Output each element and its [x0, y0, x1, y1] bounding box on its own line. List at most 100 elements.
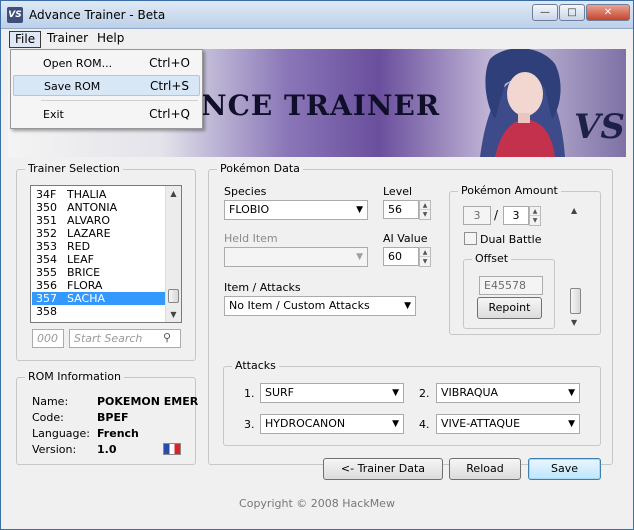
- ai-value-input[interactable]: 60: [383, 247, 419, 266]
- item-attacks-select[interactable]: No Item / Custom Attacks ▼: [224, 296, 416, 316]
- minimize-button[interactable]: —: [532, 4, 558, 21]
- chevron-down-icon: ▼: [392, 388, 399, 398]
- ai-value-spinner[interactable]: ▲ ▼: [419, 247, 431, 267]
- close-button[interactable]: ✕: [586, 4, 630, 21]
- attack-4-select[interactable]: VIVE-ATTAQUE ▼: [436, 414, 580, 434]
- held-item-select[interactable]: ▼: [224, 247, 368, 267]
- rom-info-label: ROM Information: [25, 370, 124, 383]
- item-attacks-label: Item / Attacks: [224, 281, 301, 294]
- rom-language-key: Language:: [32, 427, 90, 440]
- scroll-up-icon[interactable]: ▲: [166, 186, 181, 201]
- scroll-thumb[interactable]: [168, 289, 179, 303]
- trainer-id: 34F: [36, 188, 57, 201]
- menu-exit-shortcut: Ctrl+Q: [149, 107, 190, 121]
- attacks-label: Attacks: [232, 359, 279, 372]
- scroll-up-icon[interactable]: ▲: [571, 206, 577, 215]
- pokemon-amount-label: Pokémon Amount: [458, 184, 561, 197]
- scroll-thumb[interactable]: [570, 288, 581, 314]
- trainer-list-item[interactable]: 357 SACHA: [32, 292, 165, 305]
- attack-1-value: SURF: [265, 386, 295, 399]
- rom-code-key: Code:: [32, 411, 64, 424]
- trainer-id: 352: [36, 227, 57, 240]
- trainer-name: ANTONIA: [67, 201, 118, 214]
- rom-language-value: French: [97, 427, 139, 440]
- menu-exit[interactable]: Exit Ctrl+Q: [13, 104, 200, 125]
- attack-3-value: HYDROCANON: [265, 417, 346, 430]
- menu-help[interactable]: Help: [92, 31, 129, 48]
- attack-1-select[interactable]: SURF ▼: [260, 383, 404, 403]
- attack-4-value: VIVE-ATTAQUE: [441, 417, 521, 430]
- trainer-id: 357: [36, 292, 57, 305]
- attack-2-select[interactable]: VIBRAQUA ▼: [436, 383, 580, 403]
- scroll-down-icon[interactable]: ▼: [571, 318, 577, 327]
- trainer-list-item[interactable]: 358: [32, 305, 165, 318]
- trainer-list-scrollbar[interactable]: ▲ ▼: [165, 186, 181, 322]
- trainer-id: 351: [36, 214, 57, 227]
- scroll-down-icon[interactable]: ▼: [166, 307, 181, 322]
- trainer-name: ALVARO: [67, 214, 111, 227]
- rom-name-key: Name:: [32, 395, 69, 408]
- trainer-list-item[interactable]: 34F THALIA: [32, 188, 165, 201]
- trainer-name: LEAF: [67, 253, 94, 266]
- menu-save-rom[interactable]: Save ROM Ctrl+S: [13, 75, 200, 96]
- amount-current-input[interactable]: 3: [463, 206, 491, 225]
- amount-total-input[interactable]: 3: [503, 206, 529, 225]
- french-flag-icon: [163, 443, 181, 455]
- trainer-data-button[interactable]: <- Trainer Data: [323, 458, 443, 480]
- title-bar[interactable]: VS Advance Trainer - Beta — □ ✕: [1, 1, 633, 29]
- attack-3-select[interactable]: HYDROCANON ▼: [260, 414, 404, 434]
- search-icon[interactable]: ⚲: [163, 331, 171, 344]
- attack-4-number: 4.: [419, 418, 430, 431]
- copyright-footer: Copyright © 2008 HackMew: [239, 497, 395, 510]
- trainer-list-item[interactable]: 352 LAZARE: [32, 227, 165, 240]
- banner-title: NCE TRAINER: [201, 89, 441, 122]
- trainer-name: RED: [67, 240, 91, 253]
- save-button[interactable]: Save: [528, 458, 601, 480]
- trainer-list-item[interactable]: 354 LEAF: [32, 253, 165, 266]
- dual-battle-checkbox[interactable]: [464, 232, 477, 245]
- trainer-list-item[interactable]: 350 ANTONIA: [32, 201, 165, 214]
- amount-spinner[interactable]: ▲ ▼: [529, 206, 541, 226]
- attack-3-number: 3.: [244, 418, 255, 431]
- trainer-name: FLORA: [67, 279, 103, 292]
- trainer-list-item[interactable]: 356 FLORA: [32, 279, 165, 292]
- trainer-list-item[interactable]: 353 RED: [32, 240, 165, 253]
- dual-battle-label: Dual Battle: [480, 233, 542, 246]
- reload-button[interactable]: Reload: [449, 458, 521, 480]
- rom-code-value: BPEF: [97, 411, 129, 424]
- menu-save-rom-shortcut: Ctrl+S: [149, 79, 189, 93]
- pokemon-data-label: Pokémon Data: [217, 162, 303, 175]
- trainer-list-item[interactable]: 351 ALVARO: [32, 214, 165, 227]
- level-spinner[interactable]: ▲ ▼: [419, 200, 431, 220]
- trainer-number-input[interactable]: 000: [32, 329, 64, 348]
- level-input[interactable]: 56: [383, 200, 419, 219]
- trainer-id: 358: [36, 305, 57, 318]
- file-menu-dropdown: Open ROM... Ctrl+O Save ROM Ctrl+S Exit …: [10, 49, 203, 129]
- chevron-down-icon: ▼: [568, 419, 575, 429]
- level-label: Level: [383, 185, 413, 198]
- species-value: FLOBIO: [229, 203, 270, 216]
- app-window: VS Advance Trainer - Beta — □ ✕ File Tra…: [0, 0, 634, 530]
- menu-separator: [41, 100, 198, 101]
- attack-2-value: VIBRAQUA: [441, 386, 499, 399]
- attacks-group: Attacks: [223, 359, 601, 446]
- offset-label: Offset: [472, 252, 512, 265]
- trainer-list[interactable]: 34F THALIA 350 ANTONIA 351 ALVARO 352 LAZARE 353…: [30, 185, 182, 323]
- menu-file[interactable]: File: [9, 31, 42, 48]
- menu-save-rom-label: Save ROM: [44, 80, 101, 93]
- chevron-down-icon: ▼: [356, 252, 363, 262]
- maximize-button[interactable]: □: [559, 4, 585, 21]
- offset-input[interactable]: E45578: [479, 276, 543, 295]
- species-label: Species: [224, 185, 267, 198]
- menu-open-rom[interactable]: Open ROM... Ctrl+O: [13, 53, 200, 74]
- pokemon-slot-scrollbar[interactable]: ▲ ▼: [569, 206, 583, 330]
- rom-version-value: 1.0: [97, 443, 117, 456]
- rom-version-key: Version:: [32, 443, 77, 456]
- trainer-list-item[interactable]: 355 BRICE: [32, 266, 165, 279]
- species-select[interactable]: FLOBIO ▼: [224, 200, 368, 220]
- menu-trainer[interactable]: Trainer: [42, 31, 93, 48]
- trainer-name: BRICE: [67, 266, 101, 279]
- menu-exit-label: Exit: [43, 108, 64, 121]
- trainer-name: THALIA: [67, 188, 107, 201]
- repoint-button[interactable]: Repoint: [477, 297, 542, 319]
